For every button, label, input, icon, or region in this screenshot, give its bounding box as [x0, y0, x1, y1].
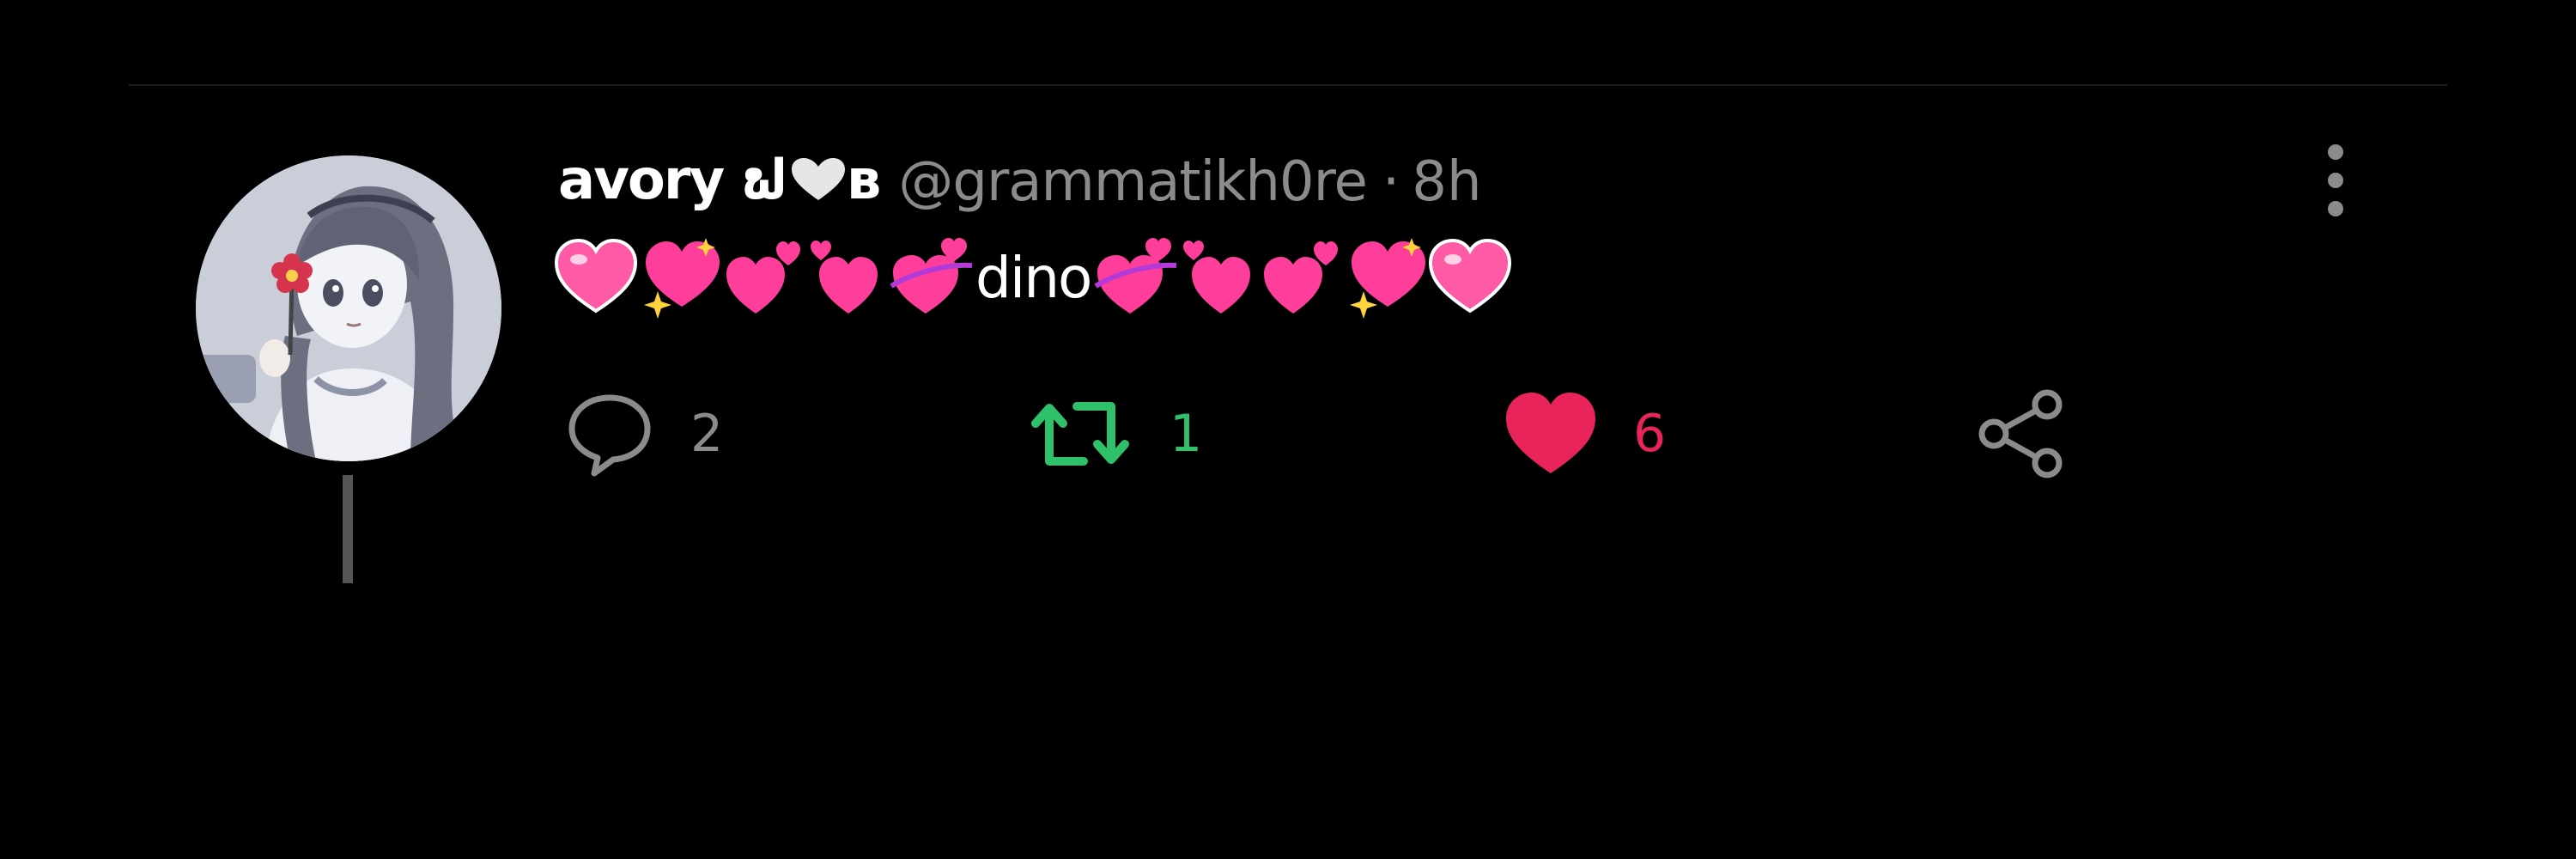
tweet-body: dino	[555, 230, 1512, 325]
avatar[interactable]	[196, 155, 501, 461]
two-hearts-emoji-icon	[1183, 241, 1251, 314]
thread-connector-line	[343, 475, 353, 583]
two-hearts-emoji-icon	[1264, 241, 1339, 314]
repost-arrows-icon	[1031, 402, 1129, 466]
top-divider	[129, 84, 2447, 86]
revolving-hearts-emoji-icon	[890, 238, 973, 314]
repost-button[interactable]: 1	[1027, 382, 1202, 485]
reply-button[interactable]: 2	[565, 382, 723, 485]
tweet-header: avory ຟ ʙ @grammatikh0re · 8h	[558, 139, 1482, 225]
like-button[interactable]: 6	[1504, 382, 1666, 485]
timestamp[interactable]: 8h	[1412, 150, 1481, 214]
filled-heart-icon	[1506, 393, 1595, 473]
gray-heart-icon	[790, 152, 847, 216]
revolving-hearts-emoji-icon	[1094, 238, 1177, 314]
display-name-text: avory ຟ	[558, 149, 788, 213]
tweet-text: dino	[975, 244, 1092, 311]
two-hearts-emoji-icon	[811, 241, 878, 314]
pink-heart-emoji-icon	[555, 239, 637, 314]
display-name[interactable]: avory ຟ ʙ	[558, 149, 881, 216]
anime-girl-avatar-icon	[196, 155, 501, 461]
reply-count: 2	[690, 404, 724, 464]
sparkling-heart-emoji-icon	[644, 238, 720, 319]
sparkling-heart-emoji-icon	[1350, 238, 1426, 319]
more-dot	[2328, 173, 2343, 188]
more-dot	[2328, 144, 2343, 160]
more-dot	[2328, 201, 2343, 216]
repost-count: 1	[1170, 404, 1203, 464]
share-nodes-icon	[1978, 389, 2063, 478]
like-count: 6	[1633, 404, 1667, 464]
pink-heart-emoji-icon	[1429, 239, 1512, 314]
share-button[interactable]	[1975, 382, 2068, 485]
speech-bubble-icon	[568, 394, 651, 477]
user-handle[interactable]: @grammatikh0re	[898, 150, 1368, 214]
display-name-suffix: ʙ	[846, 149, 881, 213]
more-vertical-icon[interactable]	[2318, 137, 2353, 223]
two-hearts-emoji-icon	[726, 241, 800, 314]
dot-separator: ·	[1382, 150, 1400, 214]
